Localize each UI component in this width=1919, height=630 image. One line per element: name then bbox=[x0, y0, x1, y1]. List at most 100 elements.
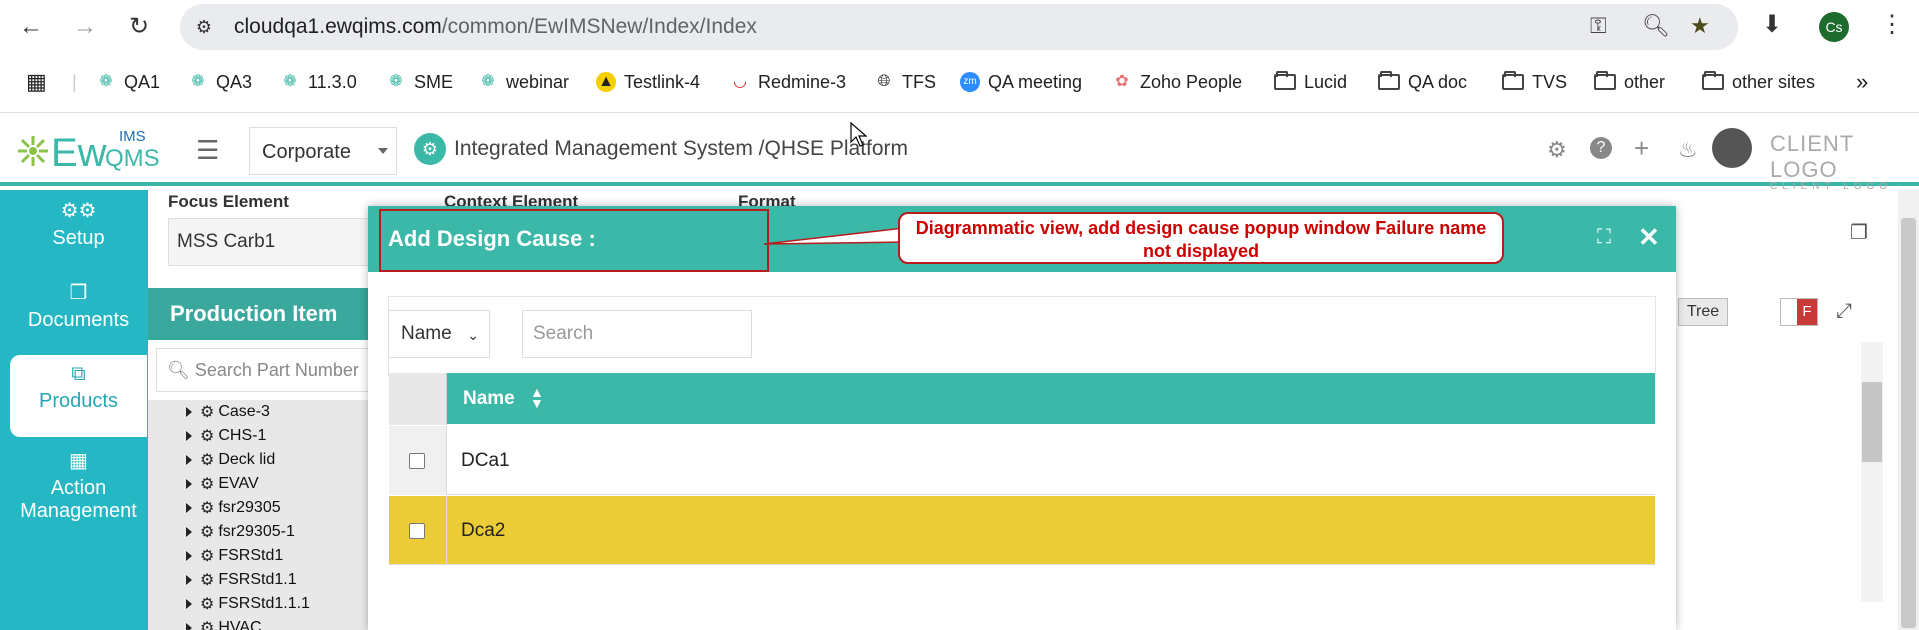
bookmark-label: other bbox=[1624, 71, 1666, 92]
bookmark-testlink-4[interactable]: ▲ Testlink-4 bbox=[596, 70, 700, 94]
settings-gear-icon[interactable]: ⚙ bbox=[1547, 137, 1567, 163]
product-tree: ⚙ Case-3 ⚙ CHS-1 ⚙ Deck lid ⚙ EVAV ⚙ fsr29305… bbox=[148, 400, 388, 630]
row-checkbox[interactable] bbox=[409, 523, 425, 539]
tree-item[interactable]: ⚙ Case-3 bbox=[186, 400, 270, 424]
bookmark-folder-qa-doc[interactable]: QA doc bbox=[1378, 70, 1467, 94]
notification-bell-icon[interactable]: ♨ bbox=[1678, 137, 1698, 163]
sidebar-item-action-management[interactable]: ▦ Action Management bbox=[10, 440, 147, 540]
tree-item-label: CHS-1 bbox=[218, 427, 267, 444]
maximize-icon[interactable]: ⛶ bbox=[1597, 226, 1611, 249]
bookmark-label: QA meeting bbox=[988, 71, 1083, 92]
organization-select[interactable]: Corporate bbox=[249, 127, 397, 175]
tree-item[interactable]: ⚙ fsr29305-1 bbox=[186, 520, 295, 544]
tree-item[interactable]: ⚙ FSRStd1 bbox=[186, 544, 283, 568]
client-logo-text: CLIENT LOGO bbox=[1770, 131, 1854, 182]
ew-favicon-icon: ❁ bbox=[99, 73, 113, 90]
search-input[interactable] bbox=[522, 310, 752, 358]
panel-scrollbar-thumb[interactable] bbox=[1862, 382, 1882, 462]
apps-grid-icon[interactable]: ▦ bbox=[26, 69, 47, 94]
tree-item-label: HVAC bbox=[218, 619, 262, 630]
menu-kebab-icon[interactable]: ⋮ bbox=[1880, 10, 1904, 39]
password-key-icon[interactable]: ⚿ bbox=[1590, 13, 1607, 39]
bookmark-11-3-0[interactable]: ❁ 11.3.0 bbox=[280, 70, 356, 94]
tree-item[interactable]: ⚙ CHS-1 bbox=[186, 424, 266, 448]
bookmark-folder-other-sites[interactable]: other sites bbox=[1702, 70, 1815, 94]
url-host: cloudqa1.ewqims.com bbox=[234, 15, 442, 38]
row-checkbox[interactable] bbox=[409, 453, 425, 469]
address-bar[interactable]: ⚙ cloudqa1.ewqims.com/common/EwIMSNew/In… bbox=[180, 4, 1738, 50]
hamburger-menu-icon[interactable]: ☰ bbox=[196, 135, 219, 166]
table-row[interactable]: Dca2 bbox=[389, 496, 1655, 565]
bookmark-qa3[interactable]: ❁ QA3 bbox=[188, 70, 252, 94]
bookmark-qa1[interactable]: ❁ QA1 bbox=[96, 70, 160, 94]
tree-item[interactable]: ⚙ FSRStd1.1 bbox=[186, 568, 297, 592]
sidebar-item-setup[interactable]: ⚙⚙ Setup bbox=[10, 190, 147, 272]
panel-scrollbar[interactable] bbox=[1861, 342, 1883, 602]
part-number-search[interactable]: 🔍︎ Search Part Number bbox=[156, 348, 396, 392]
name-cell: DCa1 bbox=[461, 450, 510, 471]
expand-icon[interactable]: ⤢ bbox=[1836, 300, 1852, 323]
sidebar-item-products[interactable]: ⧉ Products bbox=[10, 355, 147, 437]
chevron-down-icon: ⌄ bbox=[467, 327, 479, 343]
bookmark-label: QA3 bbox=[216, 71, 253, 92]
expand-arrow-icon bbox=[186, 503, 192, 513]
bookmark-star-icon[interactable]: ★ bbox=[1690, 13, 1710, 39]
callout-pointer bbox=[764, 227, 904, 245]
bookmark-sme[interactable]: ❁ SME bbox=[386, 70, 453, 94]
expand-arrow-icon bbox=[186, 407, 192, 417]
sidebar-item-documents[interactable]: ❐ Documents bbox=[10, 272, 147, 354]
page-scrollbar-thumb[interactable] bbox=[1901, 218, 1916, 628]
sidebar-item-label: Action Management bbox=[20, 477, 137, 522]
download-icon[interactable]: ⬇ bbox=[1762, 10, 1782, 39]
redmine-icon: ◡ bbox=[733, 73, 747, 90]
bookmark-tfs[interactable]: 🌐︎ TFS bbox=[874, 70, 936, 94]
folder-icon bbox=[1274, 71, 1296, 90]
globe-icon: 🌐︎ bbox=[877, 73, 891, 90]
sort-icon[interactable]: ▲ ▼ bbox=[530, 385, 544, 410]
back-icon[interactable]: ← bbox=[14, 10, 48, 44]
user-avatar[interactable] bbox=[1712, 128, 1752, 168]
reload-icon[interactable]: ↻ bbox=[122, 10, 156, 44]
folder-icon bbox=[1378, 71, 1400, 90]
tree-item[interactable]: ⚙ FSRStd1.1.1 bbox=[186, 592, 310, 616]
bookmark-folder-lucid[interactable]: Lucid bbox=[1274, 70, 1347, 94]
tree-item[interactable]: ⚙ fsr29305 bbox=[186, 496, 281, 520]
table-row[interactable]: DCa1 bbox=[389, 426, 1655, 495]
sidebar-item-label: Products bbox=[39, 390, 118, 412]
profile-avatar[interactable]: Cs bbox=[1819, 12, 1849, 42]
zoom-icon[interactable]: 🔍︎ bbox=[1642, 13, 1670, 39]
add-plus-icon[interactable]: + bbox=[1634, 133, 1649, 164]
bookmark-redmine-3[interactable]: ◡ Redmine-3 bbox=[730, 70, 846, 94]
browser-chrome: ← → ↻ ⚙ cloudqa1.ewqims.com/common/EwIMS… bbox=[0, 0, 1919, 113]
f-toggle[interactable]: F bbox=[1780, 298, 1818, 326]
bookmark-folder-tvs[interactable]: TVS bbox=[1502, 70, 1567, 94]
name-column-header[interactable]: Name bbox=[463, 388, 515, 410]
ew-favicon-icon: ❁ bbox=[481, 73, 495, 90]
filter-field-select[interactable]: Name ⌄ bbox=[388, 310, 490, 358]
more-bookmarks-icon[interactable]: » bbox=[1856, 69, 1868, 94]
select-column-header bbox=[389, 373, 447, 425]
tree-view-toggle[interactable]: Tree bbox=[1678, 298, 1728, 326]
forward-icon[interactable]: → bbox=[68, 10, 102, 44]
platform-gear-icon: ⚙ bbox=[414, 133, 446, 165]
tree-item[interactable]: ⚙ EVAV bbox=[186, 472, 259, 496]
tree-item[interactable]: ⚙ Deck lid bbox=[186, 448, 275, 472]
products-icon: ⧉ bbox=[71, 363, 86, 385]
annotation-callout: Diagrammatic view, add design cause popu… bbox=[898, 212, 1504, 264]
expand-arrow-icon bbox=[186, 599, 192, 609]
zoom-meeting-icon: zm bbox=[960, 72, 980, 92]
close-icon[interactable]: ✕ bbox=[1638, 222, 1660, 253]
bookmark-zoho-people[interactable]: ✿ Zoho People bbox=[1112, 70, 1242, 94]
url-text[interactable]: cloudqa1.ewqims.com/common/EwIMSNew/Inde… bbox=[234, 15, 757, 39]
copy-icon[interactable]: ❐ bbox=[1850, 220, 1868, 245]
bookmark-folder-other[interactable]: other bbox=[1594, 70, 1665, 94]
help-icon[interactable]: ? bbox=[1590, 137, 1612, 159]
bookmark-qa-meeting[interactable]: zm QA meeting bbox=[960, 70, 1082, 94]
bookmark-webinar[interactable]: ❁ webinar bbox=[478, 70, 569, 94]
site-info-icon[interactable]: ⚙ bbox=[192, 15, 216, 39]
tree-item[interactable]: ⚙ HVAC bbox=[186, 616, 262, 630]
focus-element-label: Focus Element bbox=[168, 192, 289, 211]
tree-item-label: fsr29305-1 bbox=[218, 523, 295, 540]
folder-icon bbox=[1594, 71, 1616, 90]
name-cell: Dca2 bbox=[461, 520, 506, 541]
